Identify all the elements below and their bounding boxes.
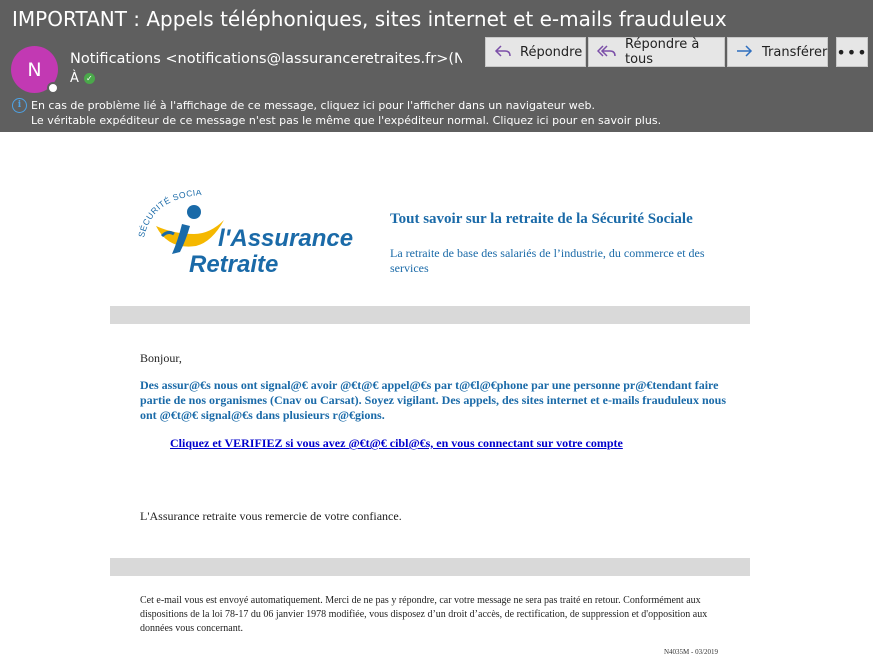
- legal-footer: Cet e-mail vous est envoyé automatiqueme…: [140, 595, 708, 634]
- reply-all-arrow-icon: [596, 44, 617, 61]
- info-banner[interactable]: En cas de problème lié à l'affichage de …: [31, 98, 661, 128]
- presence-status-icon: [47, 82, 59, 94]
- reply-all-button[interactable]: Répondre à tous: [588, 37, 725, 67]
- logo-line2: Retraite: [189, 251, 278, 275]
- forward-label: Transférer: [762, 44, 828, 60]
- forward-arrow-icon: [736, 44, 754, 61]
- message-header: IMPORTANT : Appels téléphoniques, sites …: [0, 0, 873, 132]
- checkmark-badge-icon: ✓: [83, 73, 95, 84]
- warning-paragraph: Des assur@€s nous ont signal@€ avoir @€t…: [140, 378, 726, 422]
- reply-arrow-icon: [494, 44, 512, 61]
- to-label: À: [70, 71, 79, 86]
- logo-line1: l'Assurance: [218, 225, 353, 252]
- greeting-text: Bonjour,: [140, 351, 182, 365]
- promo-title: Tout savoir sur la retraite de la Sécuri…: [390, 211, 693, 227]
- more-actions-button[interactable]: •••: [836, 37, 868, 67]
- reply-button[interactable]: Répondre: [485, 37, 586, 67]
- info-icon: i: [12, 98, 27, 113]
- forward-button[interactable]: Transférer: [727, 37, 828, 67]
- sender-name[interactable]: Notifications <notifications@lassurancer…: [70, 51, 462, 67]
- info-display-problem[interactable]: En cas de problème lié à l'affichage de …: [31, 98, 661, 113]
- recipient-line: À ✓: [70, 71, 95, 86]
- divider-bar: [110, 558, 750, 576]
- info-sender-warning[interactable]: Le véritable expéditeur de ce message n'…: [31, 113, 661, 128]
- more-dots-icon: •••: [836, 42, 868, 62]
- divider-bar: [110, 306, 750, 324]
- promo-subtitle: La retraite de base des salariés de l’in…: [390, 246, 705, 275]
- reference-code: N4035M - 03/2019: [664, 648, 719, 656]
- assurance-retraite-logo: SÉCURITÉ SOCIALE l'Assurance Retraite: [138, 190, 353, 275]
- message-subject: IMPORTANT : Appels téléphoniques, sites …: [12, 7, 727, 31]
- reply-label: Répondre: [520, 44, 583, 60]
- thanks-text: L'Assurance retraite vous remercie de vo…: [140, 509, 402, 523]
- avatar-initial: N: [27, 58, 42, 81]
- reply-all-label: Répondre à tous: [625, 37, 700, 67]
- verify-account-link[interactable]: Cliquez et VERIFIEZ si vous avez @€t@€ c…: [170, 436, 623, 451]
